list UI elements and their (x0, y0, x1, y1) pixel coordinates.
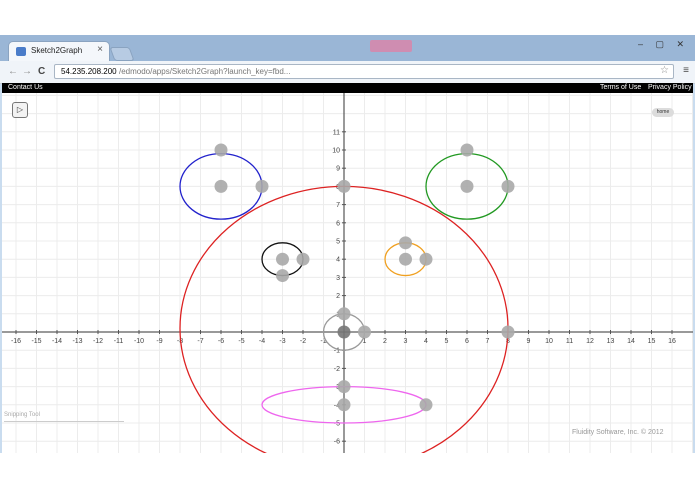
x-tick-label: -3 (279, 338, 285, 345)
forward-arrow-icon[interactable]: → (22, 66, 32, 77)
control-point (501, 325, 515, 339)
control-point (419, 398, 433, 412)
y-tick-label: 5 (336, 239, 340, 246)
control-point (419, 252, 433, 266)
control-point (276, 269, 289, 283)
address-bar[interactable]: 54.235.208.200 /edmodo/apps/Sketch2Graph… (54, 64, 674, 79)
y-tick-label: -6 (334, 439, 340, 446)
control-point (214, 179, 228, 193)
x-tick-label: 7 (486, 338, 490, 345)
x-tick-label: 2 (383, 338, 387, 345)
y-tick-label: -2 (334, 366, 340, 373)
x-tick-label: -14 (52, 338, 62, 345)
tab-bar: Sketch2Graph × – ▢ ✕ (0, 35, 695, 61)
x-tick-label: 11 (566, 338, 573, 345)
browser-toolbar: ← → C 54.235.208.200 /edmodo/apps/Sketch… (0, 61, 695, 84)
tab-sketch2graph[interactable]: Sketch2Graph × (8, 41, 110, 61)
y-tick-label: 11 (333, 129, 340, 136)
x-tick-label: -15 (31, 338, 41, 345)
control-point (501, 179, 515, 193)
reload-icon[interactable]: C (38, 66, 45, 77)
x-tick-label: 5 (445, 338, 449, 345)
x-tick-label: -16 (11, 338, 21, 345)
control-point (337, 325, 351, 339)
y-tick-label: 4 (336, 257, 340, 264)
x-tick-label: 9 (527, 338, 531, 345)
expand-button[interactable]: ▷ (12, 102, 28, 118)
control-point (337, 398, 351, 412)
window-controls[interactable]: – ▢ ✕ (638, 39, 689, 50)
control-point (460, 179, 474, 193)
x-tick-label: -12 (93, 338, 103, 345)
copyright-text: Fluidity Software, Inc. © 2012 (572, 429, 664, 436)
control-point (276, 252, 289, 266)
x-tick-label: 4 (424, 338, 428, 345)
bookmark-star-icon[interactable]: ☆ (660, 65, 669, 76)
x-tick-label: -13 (72, 338, 82, 345)
x-tick-label: -4 (259, 338, 265, 345)
x-tick-label: 6 (465, 338, 469, 345)
favicon-icon (16, 47, 26, 56)
control-point (337, 179, 351, 193)
y-tick-label: 2 (336, 293, 340, 300)
taskbar-decoration (370, 40, 412, 52)
address-path: /edmodo/apps/Sketch2Graph?launch_key=fbd… (119, 67, 291, 76)
x-tick-label: 13 (607, 338, 615, 345)
control-point (255, 179, 269, 193)
tab-title: Sketch2Graph (31, 46, 83, 55)
control-point (460, 143, 474, 157)
control-point (337, 380, 351, 394)
zoom-home-button[interactable]: home (652, 108, 674, 117)
y-tick-label: 7 (336, 202, 340, 209)
address-host: 54.235.208.200 (61, 67, 117, 76)
new-tab-button[interactable] (109, 47, 135, 61)
y-tick-label: -5 (334, 421, 340, 428)
graph-canvas[interactable]: -16 -15 -14 -13 -12 -11 -10 -9 -8 -7 -6 -5 -4 -3 -2 -1 1… (2, 93, 693, 453)
back-arrow-icon[interactable]: ← (8, 66, 18, 77)
control-point (399, 236, 412, 250)
control-point (214, 143, 228, 157)
control-point (399, 252, 412, 266)
x-tick-label: 14 (627, 338, 635, 345)
close-icon[interactable]: × (97, 44, 103, 55)
x-tick-label: -11 (114, 338, 124, 345)
site-nav-bar: Contact Us Terms of Use Privacy Policy (2, 83, 693, 93)
control-point (337, 307, 351, 321)
x-tick-label: -9 (156, 338, 162, 345)
menu-icon[interactable]: ≡ (683, 65, 689, 76)
x-tick-label: 3 (404, 338, 408, 345)
x-tick-label: 16 (668, 338, 676, 345)
control-point (358, 325, 371, 339)
terms-link[interactable]: Terms of Use (600, 83, 641, 93)
y-tick-label: 10 (332, 148, 340, 155)
x-tick-label: -5 (238, 338, 244, 345)
graph-svg[interactable]: -16 -15 -14 -13 -12 -11 -10 -9 -8 -7 -6 -5 -4 -3 -2 -1 1… (2, 93, 693, 453)
y-tick-label: 3 (336, 275, 340, 282)
control-point (296, 252, 310, 266)
browser-window: Sketch2Graph × – ▢ ✕ ← → C 54.235.208.20… (0, 35, 695, 453)
snipping-tool-label: Snipping Tool (4, 412, 124, 422)
contact-us-link[interactable]: Contact Us (8, 83, 43, 93)
x-tick-label: -2 (300, 338, 306, 345)
x-tick-label: 15 (648, 338, 656, 345)
x-tick-label: -6 (218, 338, 224, 345)
x-tick-label: 10 (545, 338, 553, 345)
y-tick-label: 6 (336, 220, 340, 227)
x-tick-label: 12 (586, 338, 594, 345)
privacy-link[interactable]: Privacy Policy (648, 83, 692, 93)
x-tick-label: -7 (197, 338, 203, 345)
x-tick-label: -10 (134, 338, 144, 345)
y-tick-label: 9 (336, 166, 340, 173)
